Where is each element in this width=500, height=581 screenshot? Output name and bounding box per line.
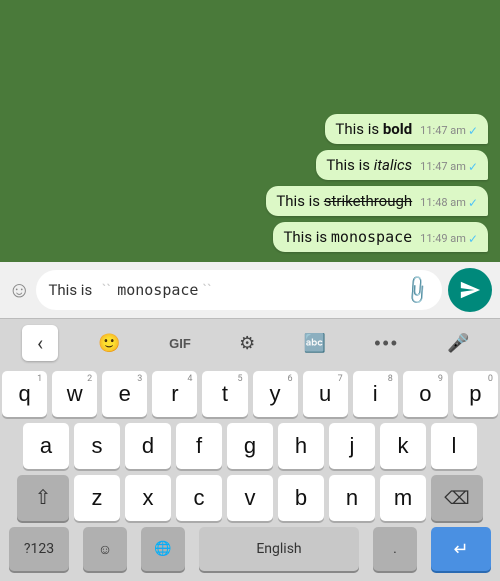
return-icon: ↵ xyxy=(453,539,468,560)
key-e[interactable]: 3e xyxy=(102,371,147,417)
message-input-field[interactable]: This is `` monospace `` 📎 xyxy=(36,270,442,310)
message-bold: This is bold 11:47 am ✓ xyxy=(325,114,488,144)
translate-icon: 🔤 xyxy=(304,333,326,354)
input-bar: ☺ This is `` monospace `` 📎 xyxy=(0,262,500,318)
emoji-key[interactable]: ☺ xyxy=(83,527,127,571)
key-h[interactable]: h xyxy=(278,423,324,469)
more-button[interactable]: ••• xyxy=(366,329,407,358)
backspace-key[interactable]: ⌫ xyxy=(431,475,483,521)
microphone-button[interactable]: 🎤 xyxy=(439,329,477,358)
message-monospace: This is monospace 11:49 am ✓ xyxy=(273,222,488,252)
key-u[interactable]: 7u xyxy=(303,371,348,417)
keyboard-row-1: 1q 2w 3e 4r 5t 6y 7u 8i 9o 0p xyxy=(2,371,498,417)
globe-icon: 🌐 xyxy=(154,541,171,557)
key-d[interactable]: d xyxy=(125,423,171,469)
gif-button[interactable]: GIF xyxy=(161,332,199,355)
language-key[interactable]: English xyxy=(199,527,359,571)
dots-icon: ••• xyxy=(374,333,399,354)
keyboard-toolbar: ‹ 🙂 GIF ⚙ 🔤 ••• 🎤 xyxy=(0,318,500,367)
globe-key[interactable]: 🌐 xyxy=(141,527,185,571)
key-q[interactable]: 1q xyxy=(2,371,47,417)
message-italic-meta: 11:47 am ✓ xyxy=(420,160,478,174)
keyboard-row-2: a s d f g h j k l xyxy=(2,423,498,469)
shift-key[interactable]: ⇧ xyxy=(17,475,69,521)
read-check-2: ✓ xyxy=(468,160,478,174)
attachment-icon[interactable]: 📎 xyxy=(400,273,435,308)
message-strikethrough: This is strikethrough 11:48 am ✓ xyxy=(266,186,488,216)
key-z[interactable]: z xyxy=(74,475,120,521)
keyboard-row-3: ⇧ z x c v b n m ⌫ xyxy=(2,475,498,521)
key-a[interactable]: a xyxy=(23,423,69,469)
settings-button[interactable]: ⚙ xyxy=(231,329,263,358)
key-b[interactable]: b xyxy=(278,475,324,521)
message-mono-meta: 11:49 am ✓ xyxy=(420,232,478,246)
key-y[interactable]: 6y xyxy=(253,371,298,417)
message-mono-text: This is monospace xyxy=(283,228,412,246)
message-italic-text: This is italics xyxy=(326,156,412,174)
microphone-icon: 🎤 xyxy=(447,333,469,354)
key-o[interactable]: 9o xyxy=(403,371,448,417)
keyboard: 1q 2w 3e 4r 5t 6y 7u 8i 9o 0p a s d f g … xyxy=(0,367,500,521)
chat-area: This is bold 11:47 am ✓ This is italics … xyxy=(0,0,500,262)
read-check-3: ✓ xyxy=(468,196,478,210)
language-label: English xyxy=(256,541,301,557)
gear-icon: ⚙ xyxy=(239,333,255,354)
message-strike-meta: 11:48 am ✓ xyxy=(420,196,478,210)
return-key[interactable]: ↵ xyxy=(431,527,491,571)
key-x[interactable]: x xyxy=(125,475,171,521)
input-cursor: `` xyxy=(98,281,111,299)
message-italic: This is italics 11:47 am ✓ xyxy=(316,150,488,180)
key-l[interactable]: l xyxy=(431,423,477,469)
key-m[interactable]: m xyxy=(380,475,426,521)
input-mono-text: monospace xyxy=(117,281,198,299)
gif-label: GIF xyxy=(169,336,191,351)
key-g[interactable]: g xyxy=(227,423,273,469)
period-label: . xyxy=(393,541,397,557)
key-j[interactable]: j xyxy=(329,423,375,469)
key-r[interactable]: 4r xyxy=(152,371,197,417)
send-button[interactable] xyxy=(448,268,492,312)
translate-button[interactable]: 🔤 xyxy=(296,329,334,358)
key-w[interactable]: 2w xyxy=(52,371,97,417)
period-key[interactable]: . xyxy=(373,527,417,571)
keyboard-bottom-row: ?123 ☺ 🌐 English . ↵ xyxy=(0,521,500,581)
input-cursor-end: `` xyxy=(202,281,211,299)
message-strike-text: This is strikethrough xyxy=(276,192,412,210)
keyboard-back-button[interactable]: ‹ xyxy=(22,325,58,361)
key-n[interactable]: n xyxy=(329,475,375,521)
input-prefix-text: This is xyxy=(48,281,92,299)
message-bold-meta: 11:47 am ✓ xyxy=(420,124,478,138)
key-c[interactable]: c xyxy=(176,475,222,521)
read-check: ✓ xyxy=(468,124,478,138)
key-i[interactable]: 8i xyxy=(353,371,398,417)
key-s[interactable]: s xyxy=(74,423,120,469)
sticker-icon: 🙂 xyxy=(98,333,120,354)
back-icon: ‹ xyxy=(37,331,43,355)
key-p[interactable]: 0p xyxy=(453,371,498,417)
read-check-4: ✓ xyxy=(468,232,478,246)
num-key[interactable]: ?123 xyxy=(9,527,69,571)
num-key-label: ?123 xyxy=(24,541,54,557)
key-f[interactable]: f xyxy=(176,423,222,469)
key-t[interactable]: 5t xyxy=(202,371,247,417)
key-v[interactable]: v xyxy=(227,475,273,521)
emoji-icon[interactable]: ☺ xyxy=(8,277,30,303)
sticker-button[interactable]: 🙂 xyxy=(90,329,128,358)
message-bold-text: This is bold xyxy=(335,120,412,138)
emoji-key-icon: ☺ xyxy=(98,541,112,558)
key-k[interactable]: k xyxy=(380,423,426,469)
